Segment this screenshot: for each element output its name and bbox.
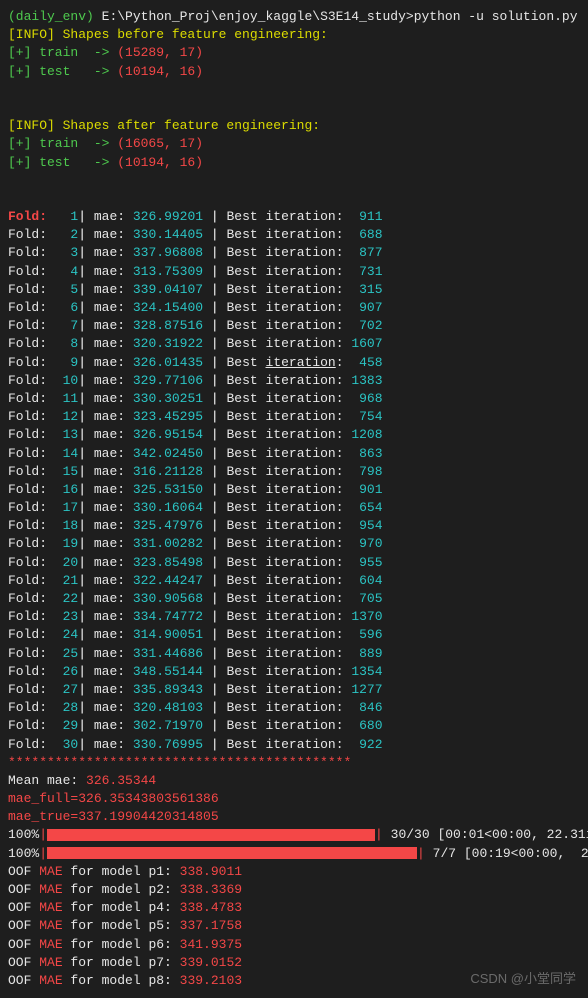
fold-row: Fold: 9| mae: 326.01435 | Best iteration…	[8, 354, 580, 372]
fold-row: Fold: 13| mae: 326.95154 | Best iteratio…	[8, 426, 580, 444]
fold-row: Fold: 2| mae: 330.14405 | Best iteration…	[8, 226, 580, 244]
fold-row: Fold: 7| mae: 328.87516 | Best iteration…	[8, 317, 580, 335]
fold-row: Fold: 27| mae: 335.89343 | Best iteratio…	[8, 681, 580, 699]
oof-line: OOF MAE for model p1: 338.9011	[8, 863, 580, 881]
fold-row: Fold: 5| mae: 339.04107 | Best iteration…	[8, 281, 580, 299]
prompt-line[interactable]: (daily_env) E:\Python_Proj\enjoy_kaggle\…	[8, 8, 580, 26]
fold-row: Fold: 11| mae: 330.30251 | Best iteratio…	[8, 390, 580, 408]
fold-row: Fold: 24| mae: 314.90051 | Best iteratio…	[8, 626, 580, 644]
info-before: [INFO] Shapes before feature engineering…	[8, 26, 580, 44]
mae-true: mae_true=337.19904420314805	[8, 808, 580, 826]
fold-row: Fold: 26| mae: 348.55144 | Best iteratio…	[8, 663, 580, 681]
progress-bar: 100%|| 30/30 [00:01<00:00, 22.31it/s]	[8, 826, 580, 844]
fold-row: Fold: 16| mae: 325.53150 | Best iteratio…	[8, 481, 580, 499]
fold-row: Fold: 1| mae: 326.99201 | Best iteration…	[8, 208, 580, 226]
progress-bar: 100%|| 7/7 [00:19<00:00, 2.80s/it]	[8, 845, 580, 863]
fold-row: Fold: 8| mae: 320.31922 | Best iteration…	[8, 335, 580, 353]
fold-row: Fold: 6| mae: 324.15400 | Best iteration…	[8, 299, 580, 317]
fold-row: Fold: 21| mae: 322.44247 | Best iteratio…	[8, 572, 580, 590]
shape-train-after: [+] train -> (16065, 17)	[8, 135, 580, 153]
fold-row: Fold: 18| mae: 325.47976 | Best iteratio…	[8, 517, 580, 535]
shape-test-after: [+] test -> (10194, 16)	[8, 154, 580, 172]
fold-row: Fold: 25| mae: 331.44686 | Best iteratio…	[8, 645, 580, 663]
progress-fill	[47, 847, 417, 859]
fold-row: Fold: 30| mae: 330.76995 | Best iteratio…	[8, 736, 580, 754]
shape-test-before: [+] test -> (10194, 16)	[8, 63, 580, 81]
fold-row: Fold: 28| mae: 320.48103 | Best iteratio…	[8, 699, 580, 717]
progress-fill	[47, 829, 375, 841]
mae-full: mae_full=326.35343803561386	[8, 790, 580, 808]
info-after: [INFO] Shapes after feature engineering:	[8, 117, 580, 135]
fold-row: Fold: 20| mae: 323.85498 | Best iteratio…	[8, 554, 580, 572]
fold-row: Fold: 22| mae: 330.90568 | Best iteratio…	[8, 590, 580, 608]
fold-row: Fold: 3| mae: 337.96808 | Best iteration…	[8, 244, 580, 262]
oof-line: OOF MAE for model p4: 338.4783	[8, 899, 580, 917]
fold-row: Fold: 10| mae: 329.77106 | Best iteratio…	[8, 372, 580, 390]
fold-row: Fold: 17| mae: 330.16064 | Best iteratio…	[8, 499, 580, 517]
fold-row: Fold: 23| mae: 334.74772 | Best iteratio…	[8, 608, 580, 626]
oof-line: OOF MAE for model p5: 337.1758	[8, 917, 580, 935]
fold-row: Fold: 14| mae: 342.02450 | Best iteratio…	[8, 445, 580, 463]
mean-mae: Mean mae: 326.35344	[8, 772, 580, 790]
divider-stars: ****************************************…	[8, 754, 580, 772]
oof-line: OOF MAE for model p7: 339.0152	[8, 954, 580, 972]
fold-row: Fold: 4| mae: 313.75309 | Best iteration…	[8, 263, 580, 281]
fold-row: Fold: 15| mae: 316.21128 | Best iteratio…	[8, 463, 580, 481]
shape-train-before: [+] train -> (15289, 17)	[8, 44, 580, 62]
oof-line: OOF MAE for model p6: 341.9375	[8, 936, 580, 954]
oof-line: OOF MAE for model p2: 338.3369	[8, 881, 580, 899]
fold-row: Fold: 19| mae: 331.00282 | Best iteratio…	[8, 535, 580, 553]
fold-row: Fold: 29| mae: 302.71970 | Best iteratio…	[8, 717, 580, 735]
oof-line: OOF MAE for model p8: 339.2103	[8, 972, 580, 990]
terminal-output: (daily_env) E:\Python_Proj\enjoy_kaggle\…	[8, 8, 580, 990]
fold-row: Fold: 12| mae: 323.45295 | Best iteratio…	[8, 408, 580, 426]
